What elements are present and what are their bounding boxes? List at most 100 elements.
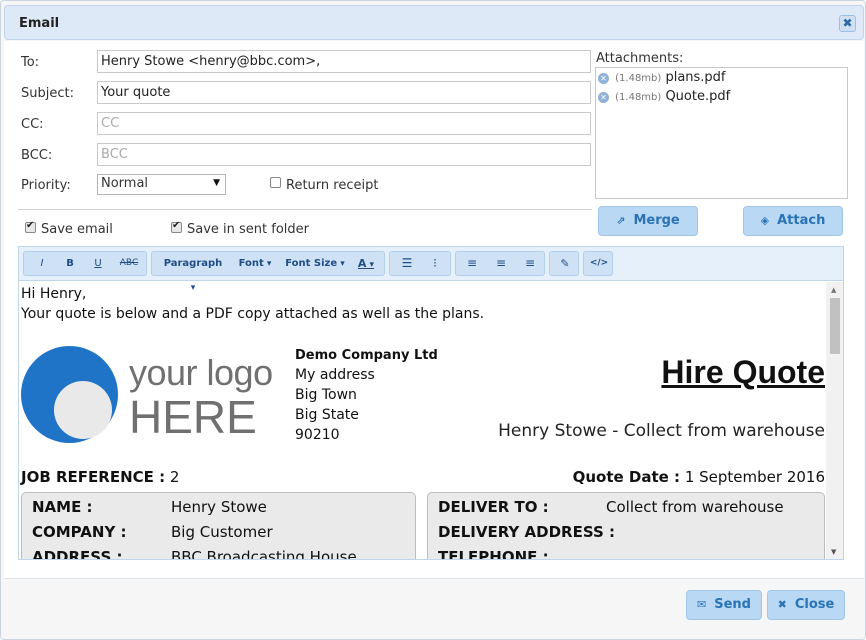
priority-label: Priority: <box>21 178 71 193</box>
message-editor: I B U ABC Paragraph Font Font Size A ☰ ⁝… <box>18 246 844 560</box>
attachment-name[interactable]: Quote.pdf <box>665 89 730 104</box>
align-group: ≡ ≡ ≡ <box>455 251 545 276</box>
font-color-dropdown[interactable]: A <box>352 252 380 275</box>
style-group: Paragraph Font Font Size A <box>151 251 385 276</box>
logo-text-line1: your logo <box>129 352 273 393</box>
customer-info-box: NAME : Henry Stowe COMPANY : Big Custome… <box>21 492 416 560</box>
close-button[interactable]: ✖ Close <box>767 590 845 620</box>
save-email-checkbox[interactable] <box>25 220 36 233</box>
to-label: To: <box>21 55 40 70</box>
save-email-label: Save email <box>41 222 113 237</box>
attachments-label: Attachments: <box>596 51 684 66</box>
bcc-input[interactable]: BCC <box>97 143 591 166</box>
format-group: I B U ABC <box>23 251 147 276</box>
scroll-up-icon[interactable]: ▲ <box>831 286 836 294</box>
font-dropdown[interactable]: Font <box>232 252 278 275</box>
align-right-icon[interactable]: ≡ <box>518 252 542 275</box>
intro-text: Your quote is below and a PDF copy attac… <box>21 306 485 322</box>
attachment-size: (1.48mb) <box>615 92 662 103</box>
caret-down-icon: ▼ <box>213 178 220 188</box>
align-left-icon[interactable]: ≡ <box>460 252 484 275</box>
quote-date: Quote Date : 1 September 2016 <box>573 468 825 486</box>
envelope-icon: ✉ <box>697 598 707 611</box>
return-receipt-checkbox[interactable] <box>270 177 281 188</box>
close-icon[interactable]: ✖ <box>839 15 856 32</box>
attachment-item: ✕ (1.48mb) Quote.pdf <box>598 89 730 104</box>
logo-text-line2: HERE <box>129 391 257 443</box>
edit-link-icon[interactable]: ✎ <box>552 252 578 275</box>
greeting-text: Hi Henry, <box>21 286 87 302</box>
code-view-icon[interactable]: </> <box>586 252 612 275</box>
priority-value: Normal <box>101 176 149 191</box>
dialog-content: To: Henry Stowe <henry@bbc.com>, Subject… <box>4 41 864 579</box>
info-key: COMPANY : <box>32 523 127 541</box>
underline-button[interactable]: U <box>86 252 110 275</box>
save-sent-checkbox[interactable] <box>171 220 182 233</box>
company-logo: your logo HERE <box>21 346 273 446</box>
cc-input[interactable]: CC <box>97 112 591 135</box>
logo-mark-inner <box>54 381 112 439</box>
subject-input[interactable]: Your quote <box>97 81 591 104</box>
return-receipt-label: Return receipt <box>286 178 379 193</box>
send-button-label: Send <box>714 597 751 612</box>
info-value: BBC Broadcasting House <box>171 548 357 560</box>
paragraph-dropdown[interactable]: Paragraph <box>160 252 226 275</box>
priority-select[interactable]: Normal ▼ <box>97 174 226 195</box>
font-size-dropdown[interactable]: Font Size <box>284 252 346 275</box>
company-name: Demo Company Ltd <box>295 348 438 363</box>
job-reference: JOB REFERENCE : 2 <box>21 468 179 486</box>
scroll-thumb[interactable] <box>830 298 840 354</box>
email-dialog: Email ✖ To: Henry Stowe <henry@bbc.com>,… <box>0 0 866 640</box>
job-reference-label: JOB REFERENCE : <box>21 468 166 486</box>
close-button-label: Close <box>794 597 835 612</box>
send-button[interactable]: ✉ Send <box>686 590 762 620</box>
subject-label: Subject: <box>21 86 74 101</box>
quote-subtitle: Henry Stowe - Collect from warehouse <box>498 421 825 441</box>
editor-scrollbar[interactable]: ▲ ▼ <box>826 282 843 559</box>
merge-button-label: Merge <box>633 213 680 228</box>
message-body[interactable]: Hi Henry, Your quote is below and a PDF … <box>19 282 825 560</box>
dialog-title: Email <box>19 16 60 31</box>
attachment-size: (1.48mb) <box>615 73 662 84</box>
bcc-label: BCC: <box>21 148 53 163</box>
source-group: </> <box>583 251 613 276</box>
info-value: Collect from warehouse <box>606 498 784 516</box>
quote-date-label: Quote Date : <box>572 468 681 486</box>
dialog-footer: ✉ Send ✖ Close <box>1 580 865 639</box>
save-sent-label: Save in sent folder <box>187 222 310 237</box>
info-key: ADDRESS : <box>32 548 123 560</box>
cc-label: CC: <box>21 117 44 132</box>
attach-button[interactable]: ◈ Attach <box>743 206 843 236</box>
numbered-list-icon[interactable]: ☰ <box>396 252 418 275</box>
info-key: DELIVERY ADDRESS : <box>438 523 615 541</box>
strikethrough-button[interactable]: ABC <box>114 252 144 275</box>
bold-button[interactable]: B <box>58 252 82 275</box>
scroll-down-icon[interactable]: ▼ <box>831 548 836 556</box>
tag-icon: ◈ <box>760 214 770 227</box>
info-value: Big Customer <box>171 523 273 541</box>
external-link-icon: ⇗ <box>616 214 626 227</box>
info-key: NAME : <box>32 498 93 516</box>
address-line: 90210 <box>295 427 340 443</box>
job-reference-value: 2 <box>169 468 180 486</box>
link-group: ✎ <box>549 251 579 276</box>
bullet-list-icon[interactable]: ⁝ <box>424 252 446 275</box>
attachment-item: ✕ (1.48mb) plans.pdf <box>598 70 726 85</box>
italic-button[interactable]: I <box>30 252 54 275</box>
remove-attachment-icon[interactable]: ✕ <box>598 92 609 103</box>
address-line: Big State <box>295 407 359 423</box>
address-line: My address <box>295 367 375 383</box>
attachment-name[interactable]: plans.pdf <box>665 70 725 85</box>
dialog-titlebar: Email ✖ <box>4 5 864 40</box>
address-line: Big Town <box>295 387 357 403</box>
to-input[interactable]: Henry Stowe <henry@bbc.com>, <box>97 50 591 73</box>
delivery-info-box: DELIVER TO : Collect from warehouse DELI… <box>427 492 825 559</box>
close-icon: ✖ <box>777 598 787 611</box>
attach-button-label: Attach <box>777 213 826 228</box>
align-center-icon[interactable]: ≡ <box>489 252 513 275</box>
remove-attachment-icon[interactable]: ✕ <box>598 73 609 84</box>
quote-title: Hire Quote <box>661 354 825 390</box>
list-group: ☰ ⁝ <box>389 251 451 276</box>
info-key: DELIVER TO : <box>438 498 549 516</box>
merge-button[interactable]: ⇗ Merge <box>598 206 698 236</box>
